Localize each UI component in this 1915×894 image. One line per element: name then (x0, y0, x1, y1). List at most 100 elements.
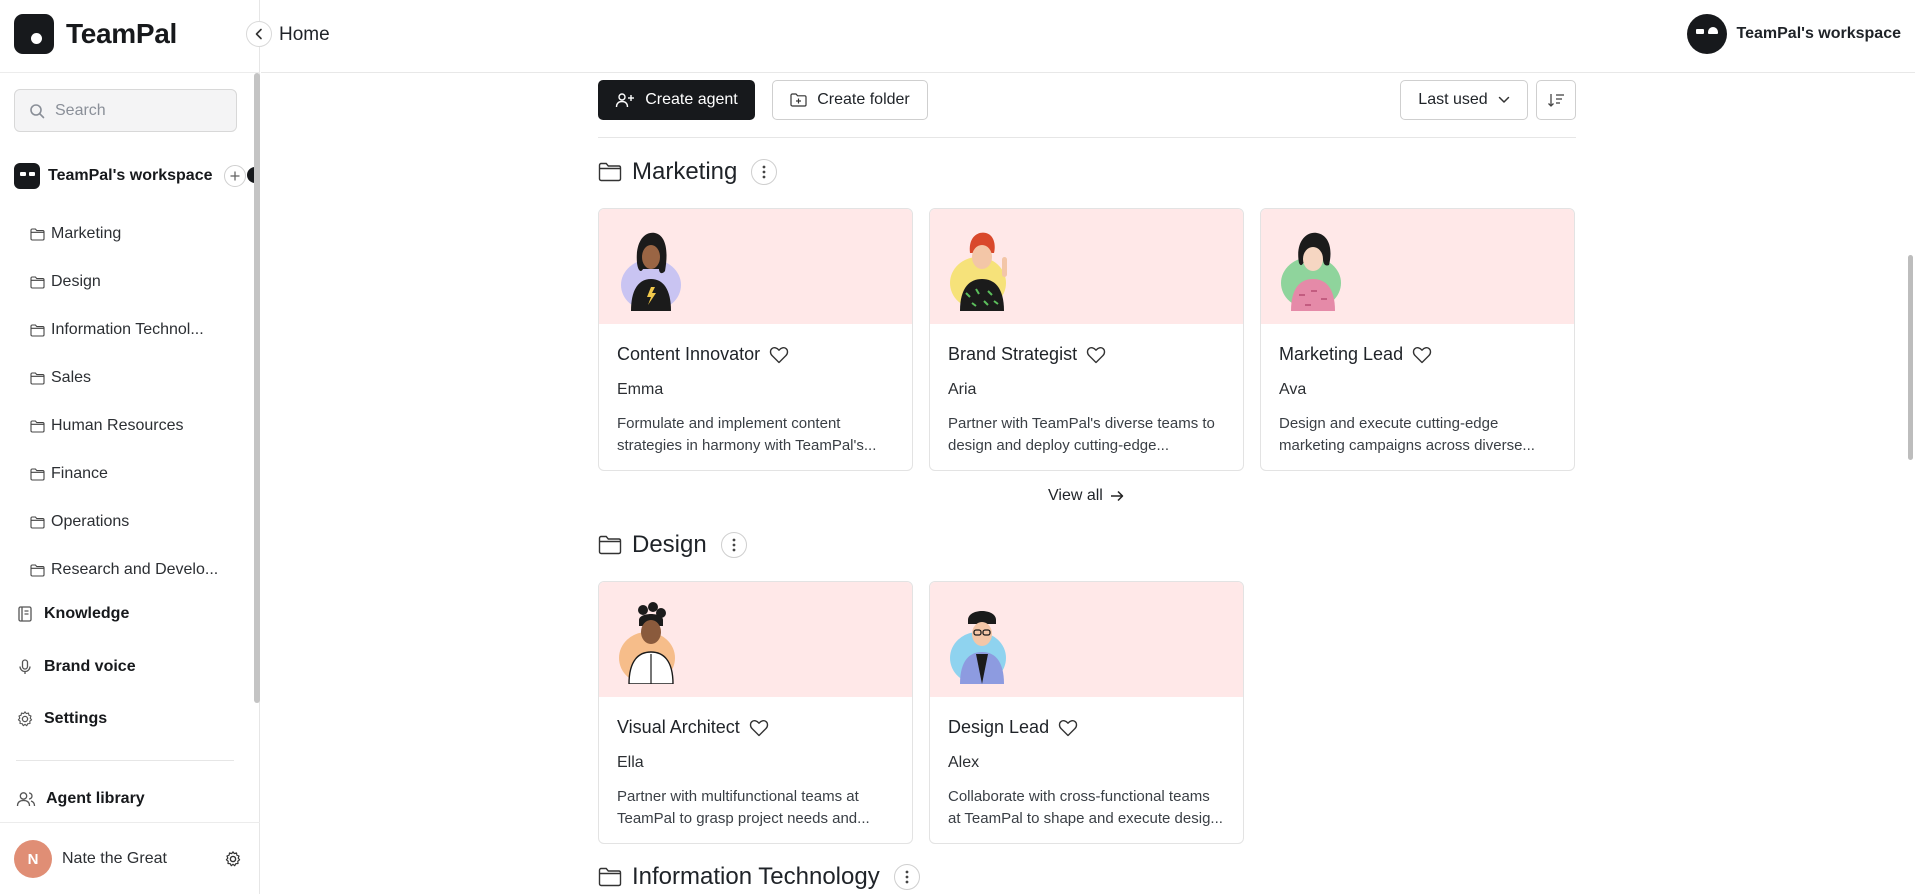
user-settings-button[interactable] (222, 848, 244, 870)
sidebar-item-brand-voice[interactable]: Brand voice (16, 658, 136, 676)
agent-description: Partner with multifunctional teams at Te… (617, 788, 870, 827)
heart-icon[interactable] (1086, 346, 1106, 364)
workspace-name: TeamPal's workspace (1736, 25, 1901, 42)
sidebar-item-settings[interactable]: Settings (16, 710, 107, 728)
agent-card-visual-architect[interactable]: Visual Architect Ella Partner with multi… (598, 581, 913, 844)
section-options-button[interactable] (720, 532, 747, 558)
card-header (599, 209, 912, 324)
app-name: TeamPal (66, 18, 177, 49)
folder-icon (30, 275, 45, 289)
sidebar-folder-information-technology[interactable]: Information Technol... (30, 306, 218, 354)
sidebar-item-label: Settings (44, 710, 108, 727)
sidebar-folder-sales[interactable]: Sales (30, 354, 218, 402)
heart-icon[interactable] (1412, 346, 1432, 364)
search-icon (30, 103, 45, 118)
section-options-button[interactable] (893, 864, 920, 890)
agent-card-design-lead[interactable]: Design Lead Alex Collaborate with cross-… (929, 581, 1244, 844)
plus-icon (230, 171, 240, 181)
search-box[interactable] (14, 89, 237, 132)
agent-description: Partner with TeamPal's diverse teams to … (948, 415, 1215, 454)
microphone-icon (19, 659, 31, 674)
card-header (1261, 209, 1574, 324)
page-scrollbar[interactable] (1908, 255, 1913, 460)
user-avatar: N (14, 840, 52, 878)
create-folder-button[interactable]: Create folder (772, 80, 928, 120)
sidebar-folder-label: Finance (51, 465, 108, 482)
sidebar-folder-operations[interactable]: Operations (30, 498, 218, 546)
heart-icon[interactable] (749, 719, 769, 737)
folder-icon (598, 162, 622, 182)
more-vertical-icon (905, 870, 909, 884)
sidebar-header-divider (0, 72, 260, 73)
agent-role: Marketing Lead (1279, 344, 1404, 364)
agent-role: Visual Architect (617, 717, 740, 737)
agent-illustration-icon (619, 602, 675, 684)
app-logo[interactable]: TeamPal (14, 14, 177, 54)
collapse-sidebar-button[interactable] (246, 21, 272, 47)
sidebar-folder-label: Research and Develo... (51, 561, 219, 578)
folder-icon (30, 371, 45, 385)
folder-list: Marketing Design Information Technol... … (30, 210, 218, 594)
sidebar-folder-label: Sales (51, 369, 92, 386)
agent-card-brand-strategist[interactable]: Brand Strategist Aria Partner with TeamP… (929, 208, 1244, 471)
user-plus-icon (616, 93, 635, 108)
sort-select-value: Last used (1418, 91, 1488, 108)
agent-illustration-icon (1281, 232, 1341, 311)
sidebar-folder-human-resources[interactable]: Human Resources (30, 402, 218, 450)
agent-description: Collaborate with cross-functional teams … (948, 788, 1223, 827)
gear-icon (225, 851, 241, 867)
workspace-avatar-icon (1686, 14, 1727, 54)
user-profile[interactable]: N Nate the Great (14, 840, 244, 878)
top-bar: Home TeamPal's workspace (261, 0, 1915, 73)
teampal-logo-icon (14, 14, 54, 54)
sort-order-button[interactable] (1536, 80, 1576, 120)
folder-icon (598, 535, 622, 555)
workspace-switcher[interactable]: TeamPal's workspace (1686, 14, 1901, 54)
folder-icon (30, 323, 45, 337)
search-input[interactable] (55, 101, 215, 120)
add-folder-button[interactable] (224, 165, 247, 187)
agent-name: Emma (617, 381, 664, 398)
section-title: Marketing (632, 158, 738, 185)
sidebar-folder-design[interactable]: Design (30, 258, 218, 306)
sort-select[interactable]: Last used (1400, 80, 1528, 120)
heart-icon[interactable] (769, 346, 789, 364)
main-content: Create agent Create folder Last used Mar… (598, 73, 1576, 890)
sidebar-item-agent-library[interactable]: Agent library (16, 790, 145, 808)
agent-description: Formulate and implement content strategi… (617, 415, 877, 454)
agent-description: Design and execute cutting-edge marketin… (1279, 415, 1535, 454)
folder-icon (30, 467, 45, 481)
more-vertical-icon (732, 538, 736, 552)
chevron-left-icon (255, 28, 262, 40)
breadcrumb: Home (279, 24, 330, 45)
create-folder-label: Create folder (817, 91, 910, 108)
workspace-row[interactable]: TeamPal's workspace (14, 163, 247, 189)
section-design-header: Design (598, 531, 747, 559)
sidebar-footer-divider (0, 822, 260, 823)
create-agent-label: Create agent (645, 91, 738, 108)
agent-name: Ava (1279, 381, 1307, 398)
agent-card-marketing-lead[interactable]: Marketing Lead Ava Design and execute cu… (1260, 208, 1575, 471)
sidebar-folder-research-and-development[interactable]: Research and Develo... (30, 546, 218, 594)
section-options-button[interactable] (751, 159, 778, 185)
sidebar-folder-marketing[interactable]: Marketing (30, 210, 218, 258)
agent-card-content-innovator[interactable]: Content Innovator Emma Formulate and imp… (598, 208, 913, 471)
toolbar: Create agent Create folder Last used (598, 73, 1576, 138)
sidebar-scrollbar[interactable] (254, 73, 260, 703)
agent-name: Ella (617, 754, 644, 771)
sidebar-folder-finance[interactable]: Finance (30, 450, 218, 498)
card-header (930, 582, 1243, 697)
heart-icon[interactable] (1058, 719, 1078, 737)
agent-name: Alex (948, 754, 980, 771)
create-agent-button[interactable]: Create agent (598, 80, 755, 120)
sidebar-item-label: Agent library (46, 790, 145, 807)
sidebar-folder-label: Design (51, 273, 101, 290)
section-title: Design (632, 531, 707, 558)
sidebar-item-knowledge[interactable]: Knowledge (16, 605, 129, 623)
workspace-name: TeamPal's workspace (48, 167, 213, 184)
view-all-marketing-link[interactable]: View all (1048, 487, 1124, 505)
user-name: Nate the Great (62, 850, 167, 867)
arrow-right-icon (1110, 490, 1124, 502)
folder-icon (598, 867, 622, 887)
gear-icon (17, 711, 33, 727)
